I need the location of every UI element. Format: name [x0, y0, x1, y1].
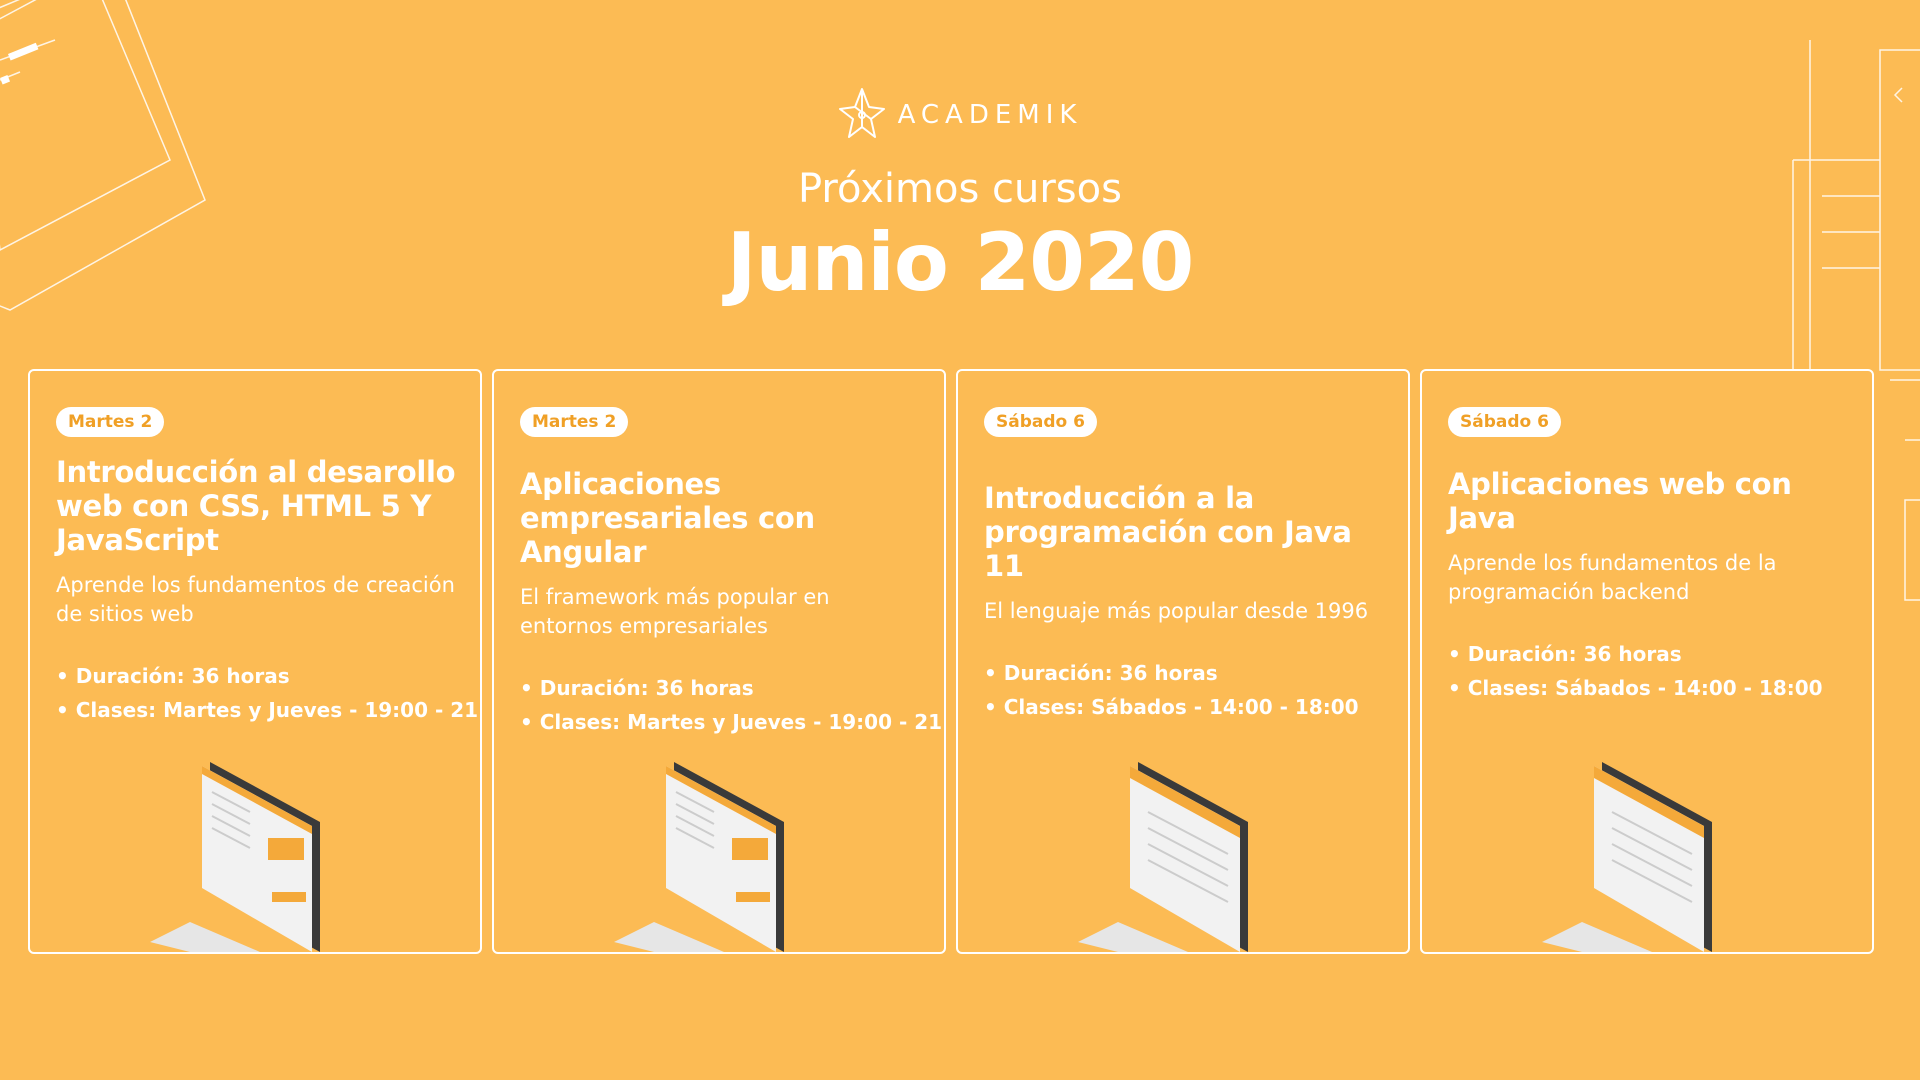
course-description: Aprende los fundamentos de creación de s…	[56, 573, 455, 626]
course-duration: Duración: 36 horas	[984, 656, 1388, 690]
date-badge: Martes 2	[520, 407, 629, 437]
brand: ACADEMIK	[838, 80, 1083, 150]
date-badge: Martes 2	[56, 407, 165, 437]
laptop-webpage-illustration	[150, 762, 320, 952]
page-subtitle: Próximos cursos	[798, 166, 1122, 212]
course-list: Martes 2 Introducción al desarollo web c…	[28, 369, 1874, 954]
course-schedule: Clases: Sábados - 14:00 - 18:00	[984, 690, 1388, 724]
course-card[interactable]: Martes 2 Introducción al desarollo web c…	[28, 369, 482, 954]
brand-name: ACADEMIK	[897, 100, 1083, 130]
course-schedule: Clases: Sábados - 14:00 - 18:00	[1448, 671, 1852, 705]
course-schedule: Clases: Martes y Jueves - 19:00 - 21:00	[56, 693, 480, 727]
course-title: Aplicaciones empresariales con Angular	[520, 467, 815, 569]
course-title: Introducción al desarollo web con CSS, H…	[56, 455, 456, 557]
course-details: Duración: 36 horas Clases: Sábados - 14:…	[984, 656, 1388, 724]
course-details: Duración: 36 horas Clases: Sábados - 14:…	[1448, 637, 1852, 705]
course-details: Duración: 36 horas Clases: Martes y Juev…	[520, 671, 944, 739]
laptop-code-editor-illustration	[1078, 762, 1248, 952]
header: ACADEMIK Próximos cursos Junio 2020	[0, 80, 1920, 309]
course-card[interactable]: Sábado 6 Introducción a la programación …	[956, 369, 1410, 954]
course-details: Duración: 36 horas Clases: Martes y Juev…	[56, 659, 480, 727]
course-duration: Duración: 36 horas	[56, 659, 460, 693]
course-card[interactable]: Sábado 6 Aplicaciones web con Java Apren…	[1420, 369, 1874, 954]
course-description: El framework más popular en entornos emp…	[520, 585, 830, 638]
course-description: El lenguaje más popular desde 1996	[984, 599, 1369, 623]
course-duration: Duración: 36 horas	[1448, 637, 1852, 671]
laptop-code-editor-illustration	[1542, 762, 1712, 952]
course-card[interactable]: Martes 2 Aplicaciones empresariales con …	[492, 369, 946, 954]
course-title: Aplicaciones web con Java	[1448, 467, 1792, 535]
course-title: Introducción a la programación con Java …	[984, 481, 1352, 583]
course-schedule: Clases: Martes y Jueves - 19:00 - 21:00	[520, 705, 944, 739]
laptop-webpage-illustration	[614, 762, 784, 952]
date-badge: Sábado 6	[1448, 407, 1561, 437]
page-title: Junio 2020	[726, 216, 1195, 309]
academik-star-icon	[838, 88, 885, 138]
course-duration: Duración: 36 horas	[520, 671, 924, 705]
date-badge: Sábado 6	[984, 407, 1097, 437]
course-description: Aprende los fundamentos de la programaci…	[1448, 551, 1777, 604]
